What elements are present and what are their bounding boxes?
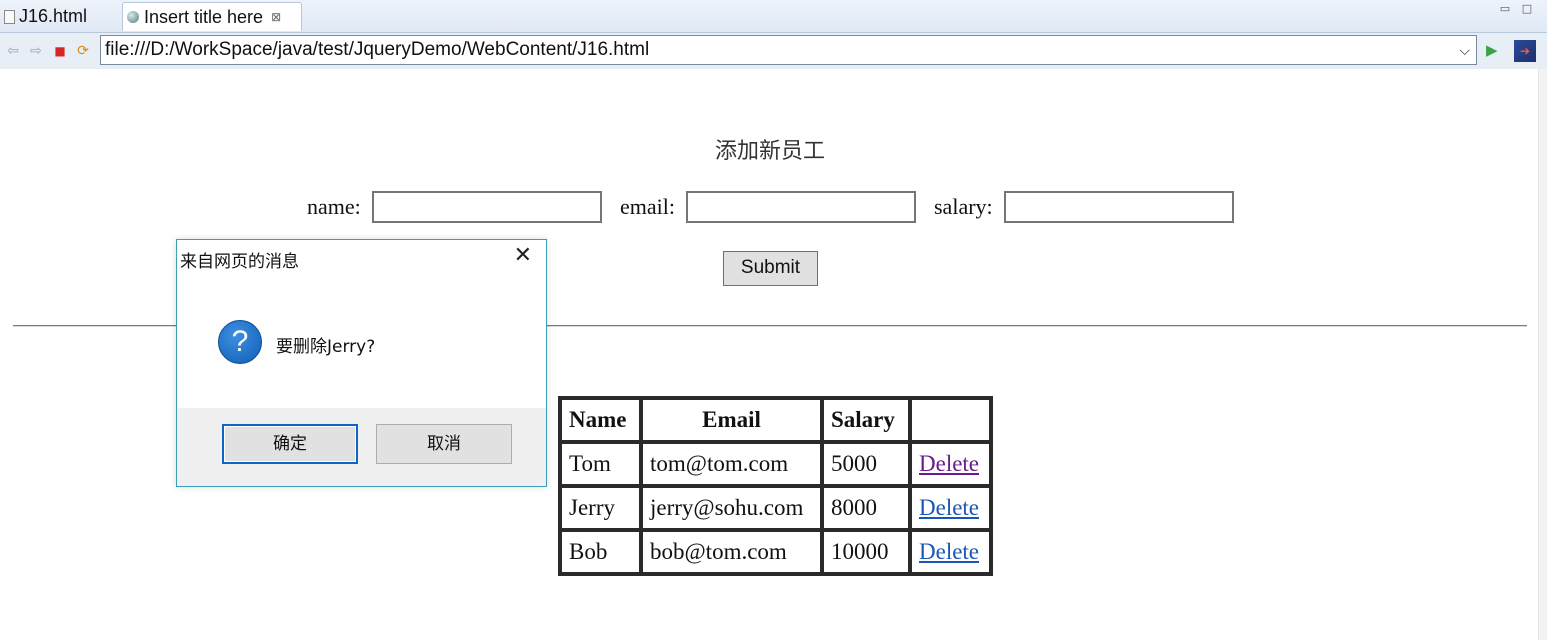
cancel-button[interactable]: 取消 [376, 424, 512, 464]
dialog-title: 来自网页的消息 [180, 252, 299, 272]
page-heading: 添加新员工 [714, 138, 825, 163]
globe-icon [127, 11, 139, 23]
name-input[interactable] [372, 191, 602, 223]
cell-salary: 5000 [822, 442, 910, 486]
tab-insert-title-here[interactable]: Insert title here ⊠ [122, 2, 302, 31]
cell-name: Jerry [560, 486, 641, 530]
dialog-button-bar: 确定 取消 [177, 408, 546, 486]
address-bar[interactable]: file:///D:/WorkSpace/java/test/JqueryDem… [100, 35, 1477, 65]
cell-action: Delete [910, 530, 991, 574]
address-url: file:///D:/WorkSpace/java/test/JqueryDem… [105, 39, 650, 60]
html-file-icon [4, 9, 15, 24]
employee-table: Name Email Salary Tom tom@tom.com 5000 D… [558, 396, 993, 576]
question-icon: ? [218, 320, 262, 364]
go-icon[interactable]: ▶ [1486, 42, 1498, 58]
external-browser-icon[interactable]: ➔ [1514, 40, 1536, 62]
cell-email: tom@tom.com [641, 442, 822, 486]
cell-email: jerry@sohu.com [641, 486, 822, 530]
email-label: email: [620, 194, 675, 219]
cell-action: Delete [910, 486, 991, 530]
table-header-row: Name Email Salary [560, 398, 991, 442]
column-header-action [910, 398, 991, 442]
chevron-down-icon[interactable]: ⌵ [1459, 36, 1470, 64]
delete-link[interactable]: Delete [919, 495, 979, 520]
back-arrow-icon[interactable]: ⇦ [5, 43, 21, 59]
cell-name: Tom [560, 442, 641, 486]
table-row: Jerry jerry@sohu.com 8000 Delete [560, 486, 991, 530]
window-controls: ▭ □ [1499, 3, 1533, 15]
close-icon[interactable]: ✕ [514, 245, 532, 267]
minimize-icon[interactable]: ▭ [1499, 3, 1511, 15]
submit-button[interactable]: Submit [723, 251, 818, 286]
tab-close-icon[interactable]: ⊠ [271, 10, 281, 24]
maximize-icon[interactable]: □ [1521, 3, 1533, 15]
delete-link[interactable]: Delete [919, 451, 979, 476]
salary-input[interactable] [1004, 191, 1234, 223]
email-input[interactable] [686, 191, 916, 223]
salary-label: salary: [934, 194, 993, 219]
cell-email: bob@tom.com [641, 530, 822, 574]
cell-action: Delete [910, 442, 991, 486]
cell-name: Bob [560, 530, 641, 574]
table-row: Bob bob@tom.com 10000 Delete [560, 530, 991, 574]
ok-button[interactable]: 确定 [222, 424, 358, 464]
browser-tab-bar: J16.html Insert title here ⊠ ▭ □ [0, 0, 1547, 33]
column-header-email: Email [641, 398, 822, 442]
navigation-toolbar: ⇦ ⇨ ■ ⟳ file:///D:/WorkSpace/java/test/J… [0, 33, 1547, 69]
column-header-salary: Salary [822, 398, 910, 442]
forward-arrow-icon[interactable]: ⇨ [28, 43, 44, 59]
cell-salary: 8000 [822, 486, 910, 530]
confirm-dialog: 来自网页的消息 ✕ ? 要删除Jerry? 确定 取消 [176, 239, 547, 487]
table-row: Tom tom@tom.com 5000 Delete [560, 442, 991, 486]
name-label: name: [307, 194, 361, 219]
cell-salary: 10000 [822, 530, 910, 574]
column-header-name: Name [560, 398, 641, 442]
stop-icon[interactable]: ■ [52, 43, 68, 59]
tab-j16-html[interactable]: J16.html [0, 2, 118, 31]
delete-link[interactable]: Delete [919, 539, 979, 564]
refresh-icon[interactable]: ⟳ [75, 43, 91, 59]
tab-label: Insert title here [144, 6, 264, 27]
dialog-message: 要删除Jerry? [276, 337, 376, 357]
tab-label: J16.html [19, 6, 88, 26]
